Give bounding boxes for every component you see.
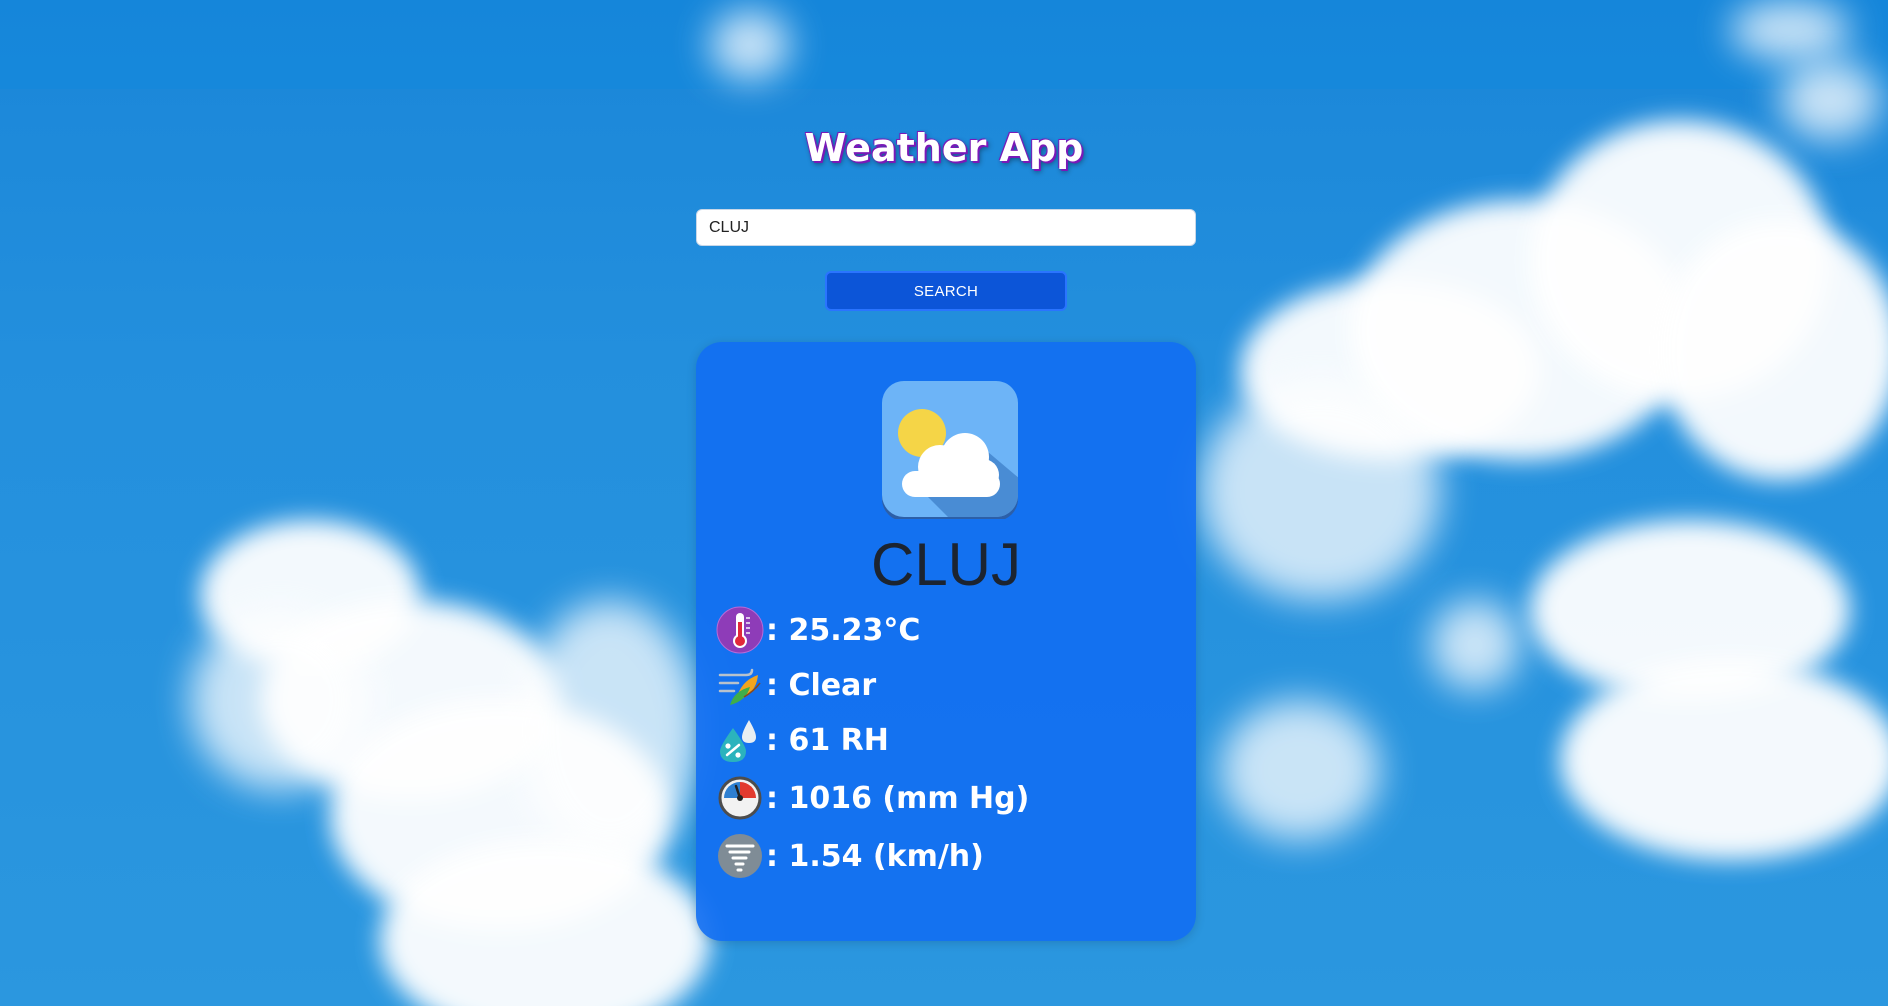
tornado-wind-icon <box>718 834 762 878</box>
barometer-icon <box>718 776 762 820</box>
thermometer-icon <box>716 606 764 654</box>
temperature-row: : 25.23°C <box>716 605 920 655</box>
wind-speed-value: : 1.54 (km/h) <box>766 838 984 874</box>
sun-behind-cloud-icon <box>882 381 1018 519</box>
pressure-row: : 1016 (mm Hg) <box>716 773 1029 823</box>
city-name: CLUJ <box>870 531 1022 598</box>
humidity-drop-icon <box>720 720 756 762</box>
search-button[interactable]: SEARCH <box>825 271 1067 311</box>
pressure-value: : 1016 (mm Hg) <box>766 780 1030 816</box>
humidity-row: : 61 RH <box>716 715 889 765</box>
wind-speed-row: : 1.54 (km/h) <box>716 831 984 881</box>
condition-row: : Clear <box>716 660 876 710</box>
city-search-input[interactable] <box>696 209 1196 246</box>
temperature-value: : 25.23°C <box>766 612 921 648</box>
humidity-value: : 61 RH <box>766 722 889 758</box>
condition-value: : Clear <box>766 667 877 703</box>
app-title: Weather App <box>804 126 1084 170</box>
wind-leaves-icon <box>718 668 761 705</box>
